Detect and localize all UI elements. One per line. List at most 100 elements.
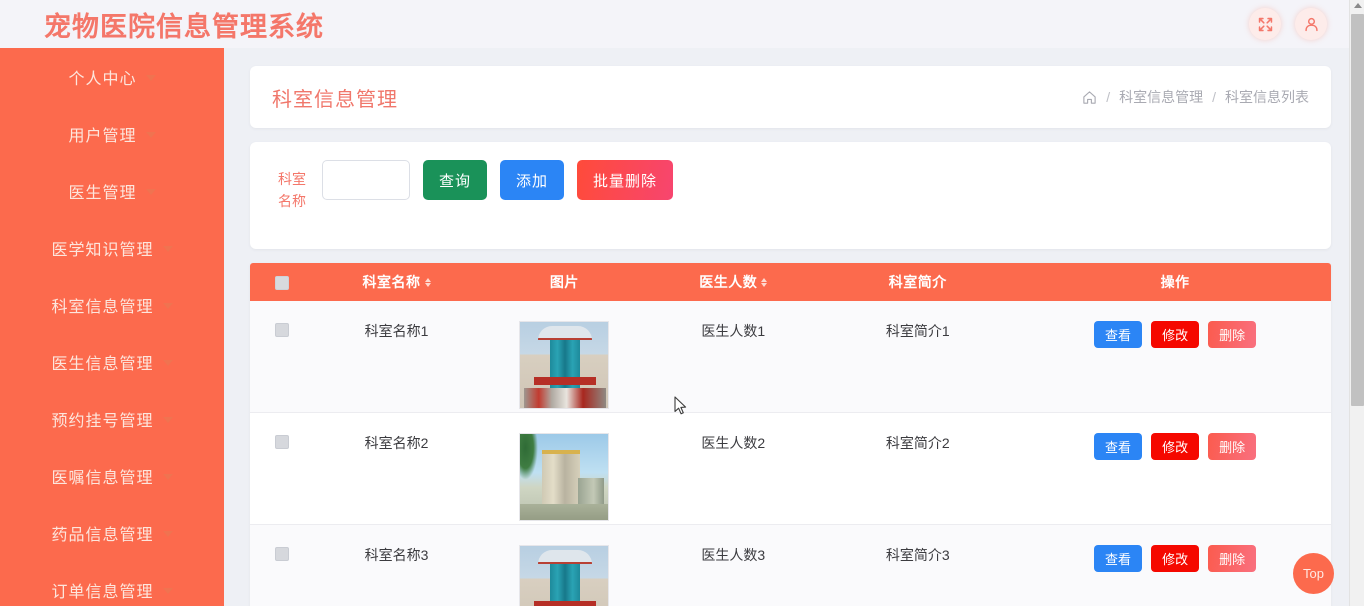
row-name-cell: 科室名称2 — [314, 412, 479, 525]
home-icon[interactable] — [1082, 90, 1097, 105]
delete-button[interactable]: 删除 — [1208, 433, 1257, 460]
sidebar-nav: 个人中心 用户管理 医生管理 医学知识管理 科室信息管理 医生信息管理 预约挂号… — [0, 48, 224, 606]
table-header-doctor-count[interactable]: 医生人数 — [650, 263, 817, 301]
table-header-select-all — [250, 263, 315, 301]
row-intro-cell: 科室简介1 — [816, 301, 1020, 413]
main-content: 科室信息管理 / 科室信息管理 / 科室信息列表 科室名称 查询 添加 批量删除… — [224, 48, 1349, 606]
edit-button[interactable]: 修改 — [1151, 545, 1200, 572]
sidebar-item-department-info-management[interactable]: 科室信息管理 — [0, 276, 224, 333]
breadcrumb: / 科室信息管理 / 科室信息列表 — [1082, 87, 1309, 107]
sidebar-item-label: 用户管理 — [68, 127, 137, 145]
table-header-name-label: 科室名称 — [362, 274, 421, 290]
chevron-down-icon — [145, 189, 156, 195]
select-all-checkbox[interactable] — [275, 276, 290, 291]
view-button[interactable]: 查看 — [1094, 545, 1143, 572]
row-operations-cell: 查看 修改 删除 — [1019, 524, 1331, 606]
sidebar-item-label: 预约挂号管理 — [51, 412, 154, 430]
query-button[interactable]: 查询 — [423, 160, 488, 200]
page-title: 科室信息管理 — [272, 88, 398, 111]
back-to-top-button[interactable]: Top — [1293, 553, 1334, 594]
sidebar-item-prescription-management[interactable]: 医嘱信息管理 — [0, 447, 224, 504]
sidebar-item-doctor-management[interactable]: 医生管理 — [0, 162, 224, 219]
chevron-down-icon — [162, 474, 173, 480]
row-operations-cell: 查看 修改 删除 — [1019, 412, 1331, 525]
expand-arrows-icon — [1257, 16, 1274, 33]
delete-button[interactable]: 删除 — [1208, 321, 1257, 348]
sidebar-item-personal-center[interactable]: 个人中心 — [0, 48, 224, 105]
row-name-cell: 科室名称3 — [314, 524, 479, 606]
row-select-cell — [250, 524, 315, 606]
hospital-tower-photo[interactable] — [519, 433, 610, 521]
sidebar-item-label: 医生管理 — [68, 184, 137, 202]
batch-delete-button[interactable]: 批量删除 — [577, 160, 674, 200]
breadcrumb-separator: / — [1212, 89, 1216, 105]
scroll-up-arrow-icon[interactable] — [1353, 3, 1362, 8]
sidebar-item-doctor-info-management[interactable]: 医生信息管理 — [0, 333, 224, 390]
sidebar-item-appointment-management[interactable]: 预约挂号管理 — [0, 390, 224, 447]
edit-button[interactable]: 修改 — [1151, 321, 1200, 348]
sidebar-item-label: 订单信息管理 — [51, 583, 154, 601]
row-image-cell — [478, 524, 651, 606]
user-account-button[interactable] — [1295, 8, 1327, 40]
department-table-card: 科室名称 图片 医生人数 科室简介 操作 科室名称1 医生人数1 科室简介1 查… — [250, 263, 1331, 606]
chevron-down-icon — [145, 132, 156, 138]
table-header-name[interactable]: 科室名称 — [314, 263, 479, 301]
sort-arrows-icon[interactable] — [761, 277, 768, 287]
table-row[interactable]: 科室名称3 医生人数3 科室简介3 查看 修改 删除 — [250, 524, 1331, 606]
search-row: 科室名称 查询 添加 批量删除 — [272, 160, 1309, 212]
scrollbar-thumb[interactable] — [1351, 14, 1364, 406]
fullscreen-button[interactable] — [1249, 8, 1281, 40]
table-row[interactable]: 科室名称1 医生人数1 科室简介1 查看 修改 删除 — [250, 301, 1331, 413]
table-header-image-label: 图片 — [549, 274, 579, 290]
table-row[interactable]: 科室名称2 医生人数2 科室简介2 查看 修改 删除 — [250, 412, 1331, 525]
sidebar-item-label: 药品信息管理 — [51, 526, 154, 544]
row-checkbox[interactable] — [275, 323, 290, 338]
row-select-cell — [250, 412, 315, 525]
sidebar-item-medicine-info-management[interactable]: 药品信息管理 — [0, 504, 224, 561]
view-button[interactable]: 查看 — [1094, 433, 1143, 460]
table-header-doctor-count-label: 医生人数 — [699, 274, 758, 290]
hospital-entrance-photo[interactable] — [519, 545, 610, 606]
table-header-intro-label: 科室简介 — [888, 274, 947, 290]
chevron-down-icon — [162, 531, 173, 537]
row-doctor-count-cell: 医生人数3 — [650, 524, 817, 606]
sidebar-item-label: 医嘱信息管理 — [51, 469, 154, 487]
row-doctor-count-cell: 医生人数2 — [650, 412, 817, 525]
delete-button[interactable]: 删除 — [1208, 545, 1257, 572]
add-button[interactable]: 添加 — [500, 160, 565, 200]
chevron-down-icon — [162, 417, 173, 423]
sort-arrows-icon[interactable] — [424, 277, 431, 287]
department-name-label: 科室名称 — [278, 171, 306, 209]
sidebar-item-user-management[interactable]: 用户管理 — [0, 105, 224, 162]
sidebar-item-medical-knowledge-management[interactable]: 医学知识管理 — [0, 219, 224, 276]
row-image-cell — [478, 412, 651, 525]
breadcrumb-separator: / — [1106, 89, 1111, 105]
chevron-down-icon — [162, 360, 173, 366]
chevron-down-icon — [162, 588, 173, 594]
vertical-scrollbar[interactable] — [1349, 0, 1364, 606]
sidebar-item-order-info-management[interactable]: 订单信息管理 — [0, 561, 224, 606]
app-window: 宠物医院信息管理系统 个人中心 用户管理 医生管理 医学知识管理 科室信息管理 … — [0, 0, 1364, 606]
table-header-operations-label: 操作 — [1160, 274, 1190, 290]
table-body: 科室名称1 医生人数1 科室简介1 查看 修改 删除 科室名称2 医生人数2 科… — [250, 301, 1331, 606]
breadcrumb-item-department-management[interactable]: 科室信息管理 — [1119, 87, 1203, 107]
view-button[interactable]: 查看 — [1094, 321, 1143, 348]
edit-button[interactable]: 修改 — [1151, 433, 1200, 460]
department-name-input[interactable] — [322, 160, 410, 200]
page-header-card: 科室信息管理 / 科室信息管理 / 科室信息列表 — [250, 66, 1331, 128]
row-action-group: 查看 修改 删除 — [1019, 545, 1331, 572]
row-intro-cell: 科室简介2 — [816, 412, 1020, 525]
row-checkbox[interactable] — [275, 435, 290, 450]
row-checkbox[interactable] — [275, 547, 290, 562]
breadcrumb-item-department-list[interactable]: 科室信息列表 — [1225, 87, 1309, 107]
hospital-entrance-photo[interactable] — [519, 321, 610, 409]
sidebar-item-label: 医学知识管理 — [51, 241, 154, 259]
row-name-cell: 科室名称1 — [314, 301, 479, 413]
chevron-down-icon — [162, 303, 173, 309]
row-operations-cell: 查看 修改 删除 — [1019, 301, 1331, 413]
header-actions — [1249, 8, 1327, 40]
table-header-operations: 操作 — [1019, 263, 1331, 301]
table-header-row: 科室名称 图片 医生人数 科室简介 操作 — [250, 263, 1331, 301]
sidebar-item-label: 个人中心 — [68, 70, 137, 88]
row-image-cell — [478, 301, 651, 413]
